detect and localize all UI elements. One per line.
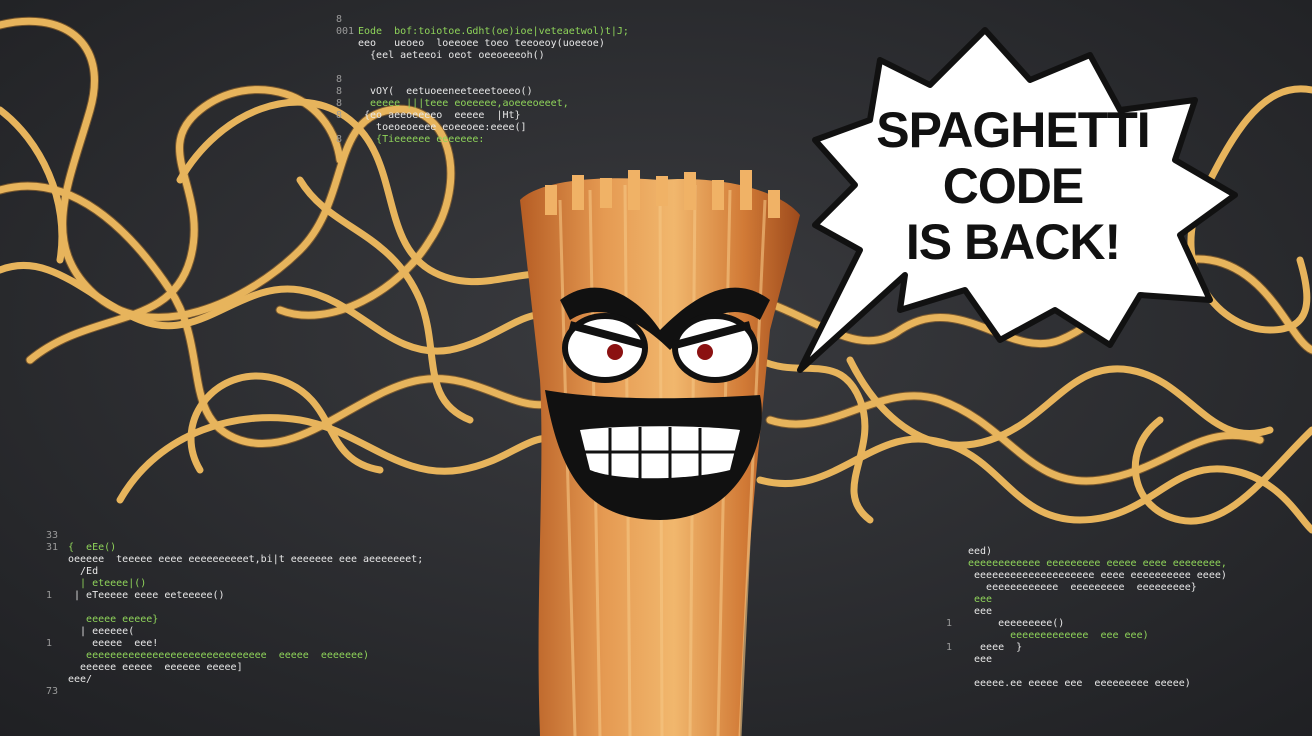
line-number: 8 bbox=[336, 86, 343, 97]
speech-line-1: SPAGHETTI bbox=[876, 102, 1150, 158]
code-text: eeeee eeeee} bbox=[68, 614, 159, 625]
code-line: | eeeeee( bbox=[46, 626, 423, 638]
code-line: 8 {Tieeeeee eeeeeee: bbox=[336, 134, 629, 146]
code-line: eee bbox=[946, 606, 1227, 618]
line-number: 1 bbox=[46, 638, 53, 649]
code-line: eeo ueoeo loeeoee toeo teeoeoy(uoeeoe) bbox=[336, 38, 629, 50]
code-line: eeeeeeeeeeeee eee eee) bbox=[946, 630, 1227, 642]
line-number: 1 bbox=[946, 642, 953, 653]
line-number: 8 bbox=[336, 134, 343, 145]
code-line: 1 | eTeeeee eeee eeteeeee() bbox=[46, 590, 423, 602]
line-number: 8 bbox=[336, 14, 343, 25]
line-number: 73 bbox=[46, 686, 59, 697]
code-line: eeeeeeeeeeeeeeeeeeeeeeeeeeeeee eeeee eee… bbox=[46, 650, 423, 662]
code-line: 1 eeeee eee! bbox=[46, 638, 423, 650]
code-line: 33 bbox=[46, 530, 423, 542]
code-text: | eeeeee( bbox=[68, 626, 135, 637]
line-number: 1 bbox=[946, 618, 953, 629]
code-line: 001 Eode bof:toiotoe.Gdht(oe)ioe|veteaetw… bbox=[336, 26, 629, 38]
code-line: eeeeeeeeeeee eeeeeeeee eeeee eeee eeeeee… bbox=[946, 558, 1227, 570]
line-number: 8 bbox=[336, 98, 343, 109]
code-text: eeo ueoeo loeeoee toeo teeoeoy(uoeeoe) bbox=[358, 38, 605, 49]
line-number: 8 bbox=[336, 74, 343, 85]
code-text: eeeeeeeeeeeeeeeeeeee eeee eeeeeeeeee eee… bbox=[968, 570, 1227, 581]
code-text: vOY( eetuoeeneeteeetoeeo() bbox=[358, 86, 533, 97]
code-line: 73 bbox=[46, 686, 423, 698]
line-number: 33 bbox=[46, 530, 59, 541]
code-snippet-left: 33 31 { eEe() oeeeee teeeee eeee eeeeeeeeee… bbox=[46, 530, 423, 698]
code-line: eee bbox=[946, 654, 1227, 666]
code-text: Eode bof:toiotoe.Gdht(oe)ioe|veteaetwol)… bbox=[358, 26, 629, 37]
code-line: oeeeee teeeee eeee eeeeeeeeeet,bi|t eeee… bbox=[46, 554, 423, 566]
code-line: eed) bbox=[946, 546, 1227, 558]
code-line: toeoeoeeee eoeeoee:eeee(] bbox=[336, 122, 629, 134]
code-text: eeeeeeeeeeeee eee eee) bbox=[968, 630, 1149, 641]
line-number: 1 bbox=[46, 590, 53, 601]
code-text: eeeeeeeee() bbox=[968, 618, 1065, 629]
speech-bubble-text: SPAGHETTI CODE IS BACK! bbox=[858, 102, 1168, 270]
code-text: eee bbox=[968, 594, 993, 605]
speech-line-3: IS BACK! bbox=[905, 214, 1121, 270]
code-text: eee bbox=[968, 606, 993, 617]
code-text: eeeeeeeeeeee eeeeeeeee eeeee eeee eeeeee… bbox=[968, 558, 1227, 569]
code-text: {eel aeteeoi oeot oeeoeeeoh() bbox=[358, 50, 545, 61]
code-line: 1 eeeeeeeee() bbox=[946, 618, 1227, 630]
code-line: 31 { eEe() bbox=[46, 542, 423, 554]
code-line: | eteeee|() bbox=[46, 578, 423, 590]
code-snippet-right: eed) eeeeeeeeeeee eeeeeeeee eeeee eeee ee… bbox=[946, 546, 1227, 690]
code-snippet-top: 8 001 Eode bof:toiotoe.Gdht(oe)ioe|veteaet… bbox=[336, 14, 629, 146]
code-line: /Ed bbox=[46, 566, 423, 578]
code-text: eeeee eee! bbox=[68, 638, 159, 649]
code-line: 8 vOY( eetuoeeneeteeetoeeo() bbox=[336, 86, 629, 98]
code-line: eeeeeeeeeeeeeeeeeeee eeee eeeeeeeeee eee… bbox=[946, 570, 1227, 582]
code-text: /Ed bbox=[68, 566, 99, 577]
speech-line-2: CODE bbox=[942, 158, 1084, 214]
code-line: eee/ bbox=[46, 674, 423, 686]
code-text: eeeeeeeeeeee eeeeeeeee eeeeeeeee} bbox=[968, 582, 1197, 593]
line-number: 8 bbox=[336, 110, 343, 121]
code-text: | eTeeeee eeee eeteeeee() bbox=[68, 590, 225, 601]
code-text: eeeeee eeeee eeeeee eeeee] bbox=[68, 662, 243, 673]
code-text: eee/ bbox=[68, 674, 93, 685]
code-line: eeeee eeeee} bbox=[46, 614, 423, 626]
code-text: eeeee.ee eeeee eee eeeeeeeee eeeee) bbox=[968, 678, 1191, 689]
line-number: 001 bbox=[336, 26, 355, 37]
code-text: {Tieeeeee eeeeeee: bbox=[358, 134, 485, 145]
code-line: 8 {eo aeeoeeeeo eeeee |Ht} bbox=[336, 110, 629, 122]
code-text: eee bbox=[968, 654, 993, 665]
code-line: {eel aeteeoi oeot oeeoeeeoh() bbox=[336, 50, 629, 62]
code-line: 8 bbox=[336, 14, 629, 26]
code-line: eeeee.ee eeeee eee eeeeeeeee eeeee) bbox=[946, 678, 1227, 690]
code-text: {eo aeeoeeeeo eeeee |Ht} bbox=[358, 110, 521, 121]
code-line: eee bbox=[946, 594, 1227, 606]
code-line: eeeeeeeeeeee eeeeeeeee eeeeeeeee} bbox=[946, 582, 1227, 594]
code-text: eeeee |||teee eoeeeee,aoeeeoeeet, bbox=[358, 98, 569, 109]
code-text: eed) bbox=[968, 546, 993, 557]
code-text: toeoeoeeee eoeeoee:eeee(] bbox=[358, 122, 527, 133]
code-line: 1 eeee } bbox=[946, 642, 1227, 654]
code-text: eeee } bbox=[968, 642, 1023, 653]
code-text: | eteeee|() bbox=[68, 578, 147, 589]
code-text: { eEe() bbox=[68, 542, 117, 553]
code-text: oeeeee teeeee eeee eeeeeeeeeet,bi|t eeee… bbox=[68, 554, 424, 565]
code-text: eeeeeeeeeeeeeeeeeeeeeeeeeeeeee eeeee eee… bbox=[68, 650, 370, 661]
code-line: 8 bbox=[336, 74, 629, 86]
code-line: eeeeee eeeee eeeeee eeeee] bbox=[46, 662, 423, 674]
line-number: 31 bbox=[46, 542, 59, 553]
code-line: 8 eeeee |||teee eoeeeee,aoeeeoeeet, bbox=[336, 98, 629, 110]
